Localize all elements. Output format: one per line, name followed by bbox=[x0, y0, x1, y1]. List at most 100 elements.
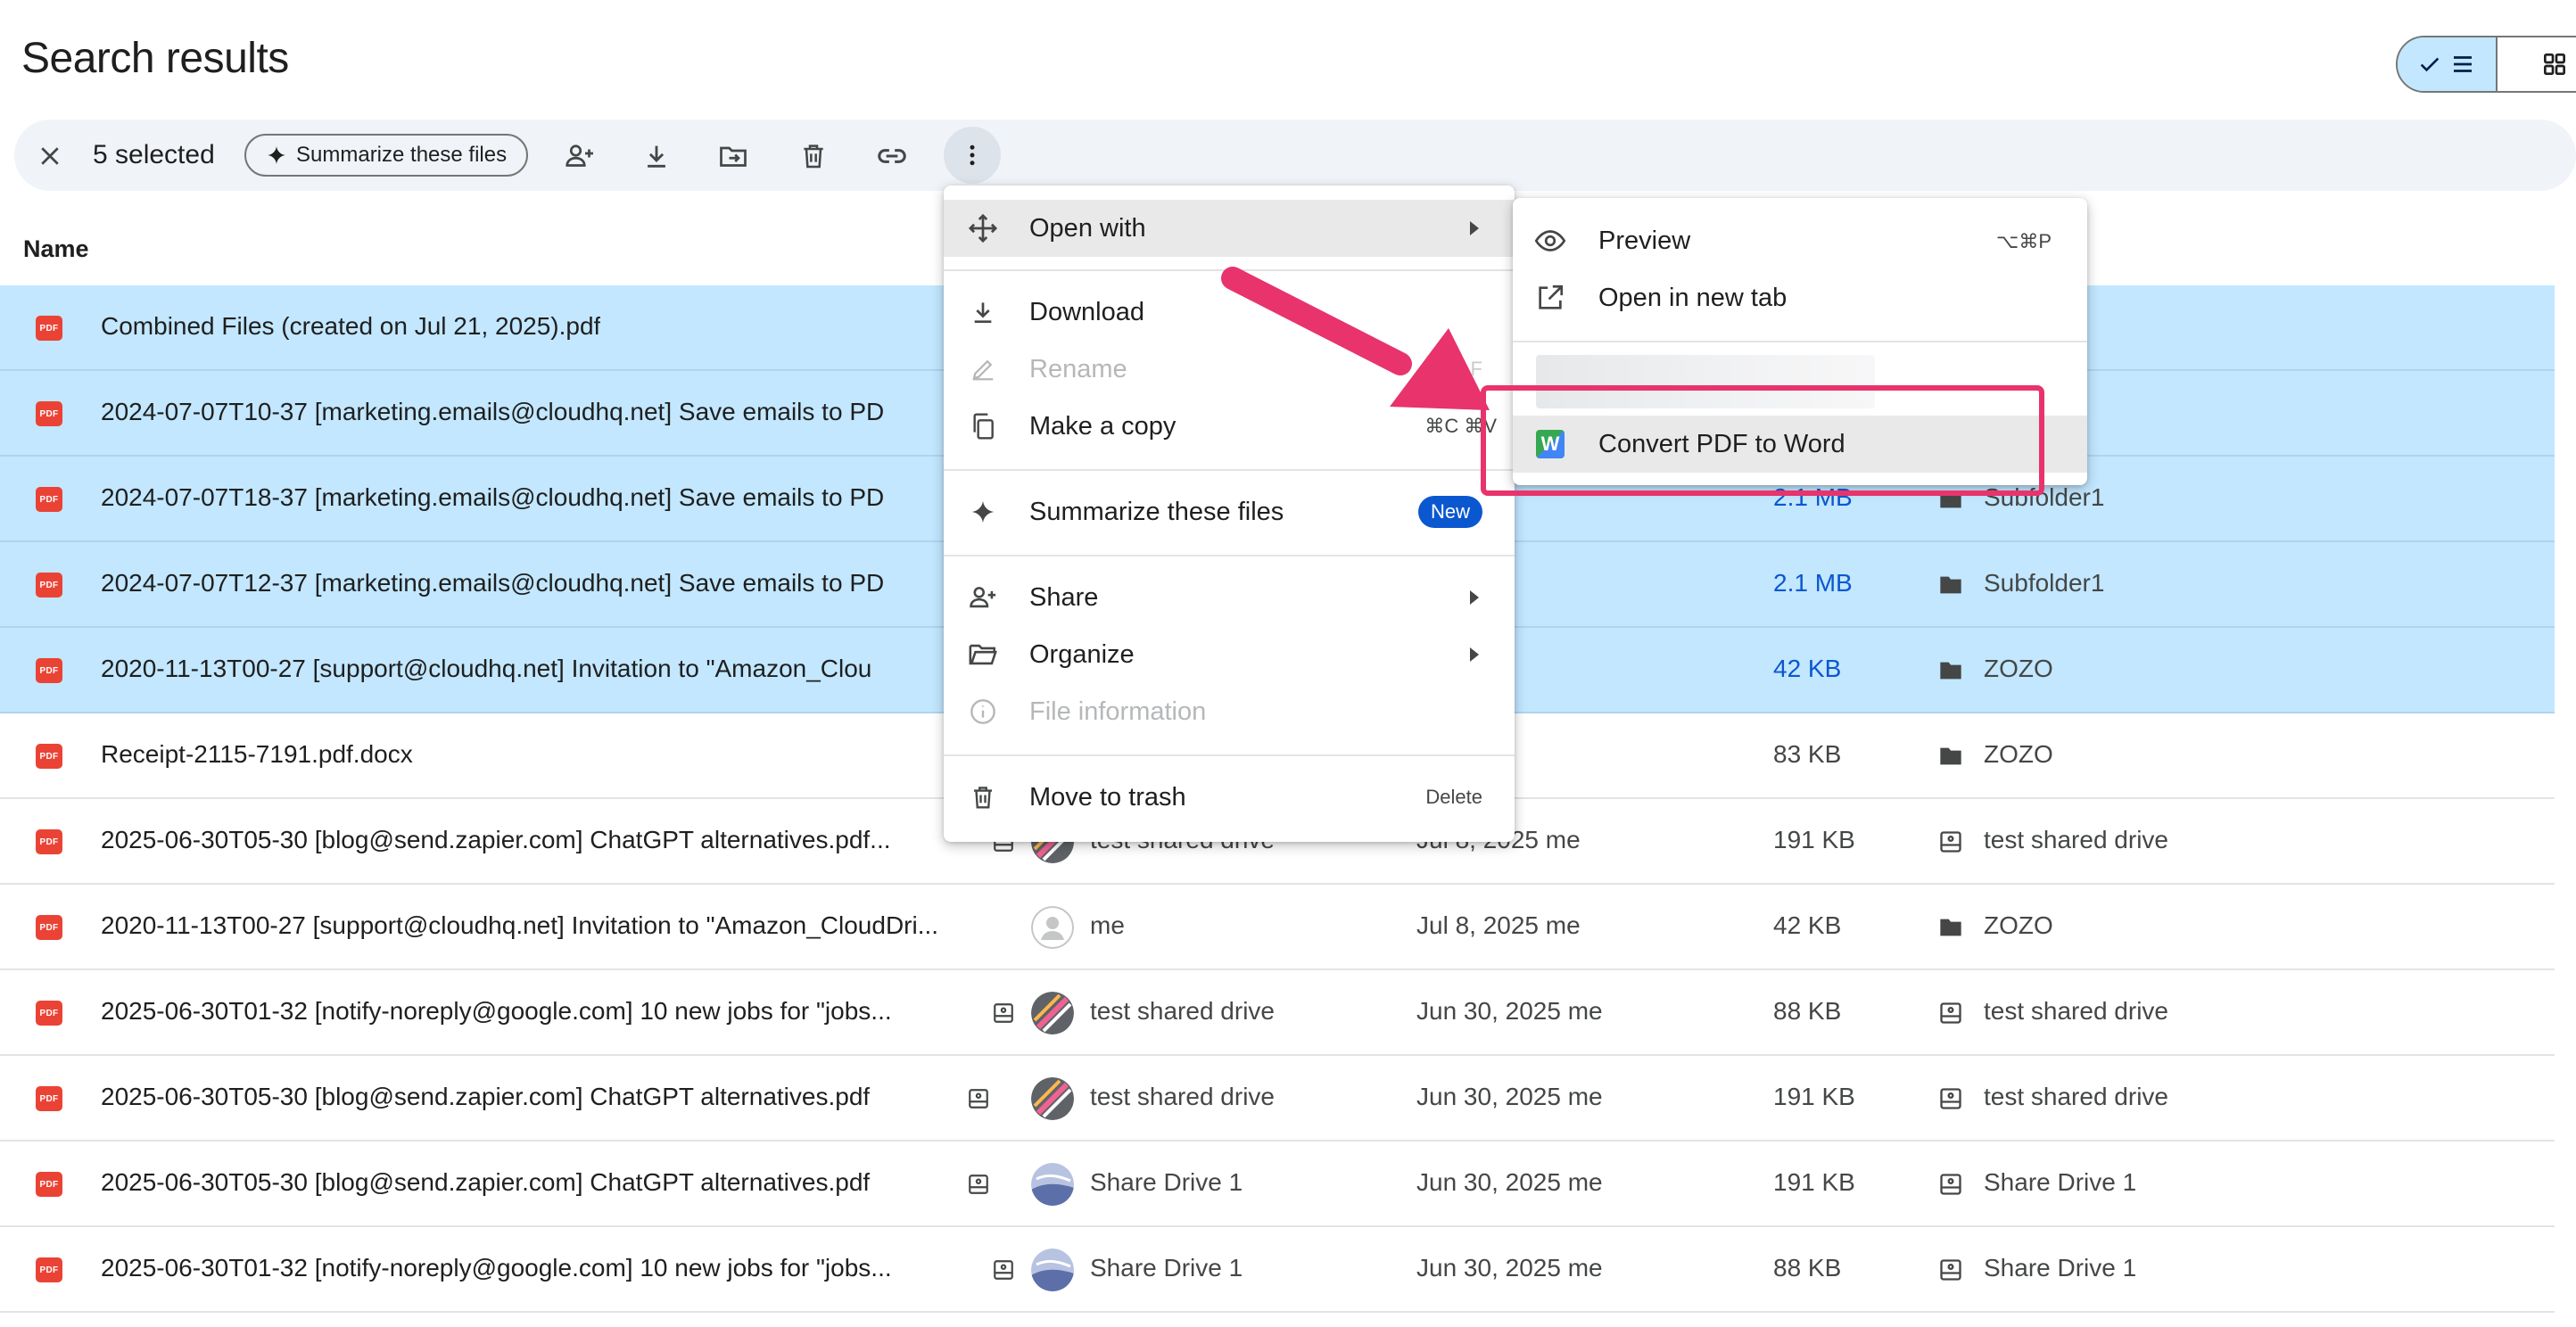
view-toggle[interactable] bbox=[2396, 36, 2576, 93]
file-name[interactable]: 2025-06-30T05-30 [blog@send.zapier.com] … bbox=[101, 1083, 870, 1111]
grid-icon bbox=[2540, 50, 2569, 78]
file-name[interactable]: 2025-06-30T01-32 [notify-noreply@google.… bbox=[101, 997, 892, 1026]
submenu-item-open-new-tab[interactable]: Open in new tab bbox=[1513, 269, 2087, 326]
file-name[interactable]: Receipt-2115-7191.pdf.docx bbox=[101, 740, 413, 769]
list-view-button[interactable] bbox=[2398, 37, 2498, 91]
submenu-item-preview[interactable]: Preview ⌥⌘P bbox=[1513, 212, 2087, 269]
location-name[interactable]: test shared drive bbox=[1984, 1083, 2168, 1111]
menu-divider bbox=[944, 754, 1515, 756]
menu-label-file-info: File information bbox=[1029, 696, 1207, 726]
close-icon[interactable] bbox=[32, 138, 68, 174]
table-row[interactable]: PDF 2020-11-13T00-27 [support@cloudhq.net… bbox=[0, 885, 2555, 970]
file-size: 191 KB bbox=[1773, 1168, 1855, 1196]
pencil-icon bbox=[967, 353, 999, 385]
file-name[interactable]: 2025-06-30T01-32 [notify-noreply@google.… bbox=[101, 1254, 892, 1282]
sparkle-icon bbox=[266, 144, 287, 166]
file-name[interactable]: 2020-11-13T00-27 [support@cloudhq.net] I… bbox=[101, 655, 871, 683]
shared-drive-icon bbox=[992, 1257, 1015, 1282]
menu-item-move-to-trash[interactable]: Move to trash Delete bbox=[944, 769, 1515, 826]
menu-label-rename: Rename bbox=[1029, 354, 1127, 383]
menu-item-file-info: File information bbox=[944, 683, 1515, 740]
shared-drive-icon bbox=[1937, 1172, 1964, 1197]
menu-label-organize: Organize bbox=[1029, 639, 1135, 669]
file-name[interactable]: 2024-07-07T12-37 [marketing.emails@cloud… bbox=[101, 569, 884, 598]
new-badge: New bbox=[1417, 496, 1482, 528]
location-name[interactable]: test shared drive bbox=[1984, 997, 2168, 1026]
submenu-arrow-icon bbox=[1470, 647, 1479, 662]
download-icon bbox=[967, 296, 999, 328]
modified-date: Jul 8, 2025 me bbox=[1416, 911, 1581, 939]
link-icon[interactable] bbox=[874, 138, 910, 174]
location-name[interactable]: Share Drive 1 bbox=[1984, 1168, 2136, 1197]
modified-date: Jun 30, 2025 me bbox=[1416, 997, 1603, 1025]
table-row[interactable]: PDF 2025-06-30T01-32 [notify-noreply@goog… bbox=[0, 1227, 2555, 1313]
menu-label-download: Download bbox=[1029, 297, 1144, 326]
location-name[interactable]: ZOZO bbox=[1984, 655, 2053, 683]
menu-item-organize[interactable]: Organize bbox=[944, 626, 1515, 683]
file-size: 191 KB bbox=[1773, 826, 1855, 853]
pdf-file-icon: PDF bbox=[36, 1257, 62, 1282]
file-size: 83 KB bbox=[1773, 740, 1842, 768]
menu-item-summarize[interactable]: Summarize these files New bbox=[944, 483, 1515, 540]
submenu-arrow-icon bbox=[1470, 590, 1479, 605]
location-name[interactable]: test shared drive bbox=[1984, 826, 2168, 854]
pdf-file-icon: PDF bbox=[36, 487, 62, 512]
shared-drive-icon bbox=[1937, 829, 1964, 854]
menu-item-share[interactable]: Share bbox=[944, 569, 1515, 626]
owner-avatar bbox=[1031, 992, 1074, 1034]
pdf-file-icon: PDF bbox=[36, 401, 62, 426]
check-icon bbox=[2417, 52, 2442, 77]
folder-icon bbox=[1937, 915, 1964, 940]
table-row[interactable]: PDF 2025-06-30T01-32 [notify-noreply@goog… bbox=[0, 970, 2555, 1056]
file-name[interactable]: 2024-07-07T10-37 [marketing.emails@cloud… bbox=[101, 398, 884, 426]
summarize-files-button[interactable]: Summarize these files bbox=[244, 134, 528, 177]
download-icon[interactable] bbox=[639, 138, 674, 174]
move-arrows-icon bbox=[967, 212, 999, 244]
menu-label-summarize: Summarize these files bbox=[1029, 497, 1284, 526]
more-actions-button[interactable] bbox=[944, 127, 1001, 184]
trash-icon bbox=[967, 781, 999, 813]
menu-divider bbox=[1513, 341, 2087, 342]
modified-date: Jun 30, 2025 me bbox=[1416, 1083, 1603, 1110]
pdf-file-icon: PDF bbox=[36, 829, 62, 854]
file-name[interactable]: Combined Files (created on Jul 21, 2025)… bbox=[101, 312, 600, 341]
move-to-folder-icon[interactable] bbox=[715, 138, 751, 174]
owner-avatar bbox=[1031, 906, 1074, 949]
owner-avatar bbox=[1031, 1249, 1074, 1291]
info-icon bbox=[967, 696, 999, 728]
shared-drive-icon bbox=[967, 1086, 990, 1111]
submenu-label-preview: Preview bbox=[1598, 227, 1691, 255]
column-header-name[interactable]: Name bbox=[23, 235, 89, 263]
list-icon bbox=[2449, 51, 2476, 78]
owner-name: Share Drive 1 bbox=[1090, 1254, 1243, 1282]
shared-drive-icon bbox=[992, 1001, 1015, 1026]
file-name[interactable]: 2025-06-30T05-30 [blog@send.zapier.com] … bbox=[101, 1168, 870, 1197]
trash-icon[interactable] bbox=[796, 138, 831, 174]
menu-divider bbox=[944, 469, 1515, 471]
add-person-icon[interactable] bbox=[562, 138, 598, 174]
selected-count: 5 selected bbox=[93, 140, 215, 169]
annotation-arrow-icon bbox=[1221, 267, 1490, 410]
file-name[interactable]: 2020-11-13T00-27 [support@cloudhq.net] I… bbox=[101, 911, 938, 940]
shared-drive-icon bbox=[1937, 1086, 1964, 1111]
folder-icon bbox=[1937, 744, 1964, 769]
location-name[interactable]: Share Drive 1 bbox=[1984, 1254, 2136, 1282]
modified-date: Jun 30, 2025 me bbox=[1416, 1168, 1603, 1196]
sparkle-icon bbox=[967, 496, 999, 528]
file-name[interactable]: 2025-06-30T05-30 [blog@send.zapier.com] … bbox=[101, 826, 891, 854]
owner-avatar bbox=[1031, 1163, 1074, 1206]
location-name[interactable]: ZOZO bbox=[1984, 911, 2053, 940]
grid-view-button[interactable] bbox=[2498, 37, 2576, 91]
location-name[interactable]: ZOZO bbox=[1984, 740, 2053, 769]
file-name[interactable]: 2024-07-07T18-37 [marketing.emails@cloud… bbox=[101, 483, 884, 512]
table-row[interactable]: PDF 2025-06-30T05-30 [blog@send.zapier.co… bbox=[0, 1142, 2555, 1227]
menu-item-open-with[interactable]: Open with bbox=[944, 200, 1515, 257]
submenu-label-open-new-tab: Open in new tab bbox=[1598, 284, 1788, 312]
open-in-new-icon bbox=[1534, 282, 1566, 314]
table-row[interactable]: PDF 2025-06-30T05-30 [blog@send.zapier.co… bbox=[0, 1056, 2555, 1142]
owner-avatar bbox=[1031, 1077, 1074, 1120]
pdf-file-icon: PDF bbox=[36, 1086, 62, 1111]
owner-name: test shared drive bbox=[1090, 997, 1275, 1025]
location-name[interactable]: Subfolder1 bbox=[1984, 569, 2104, 598]
menu-divider bbox=[944, 555, 1515, 556]
